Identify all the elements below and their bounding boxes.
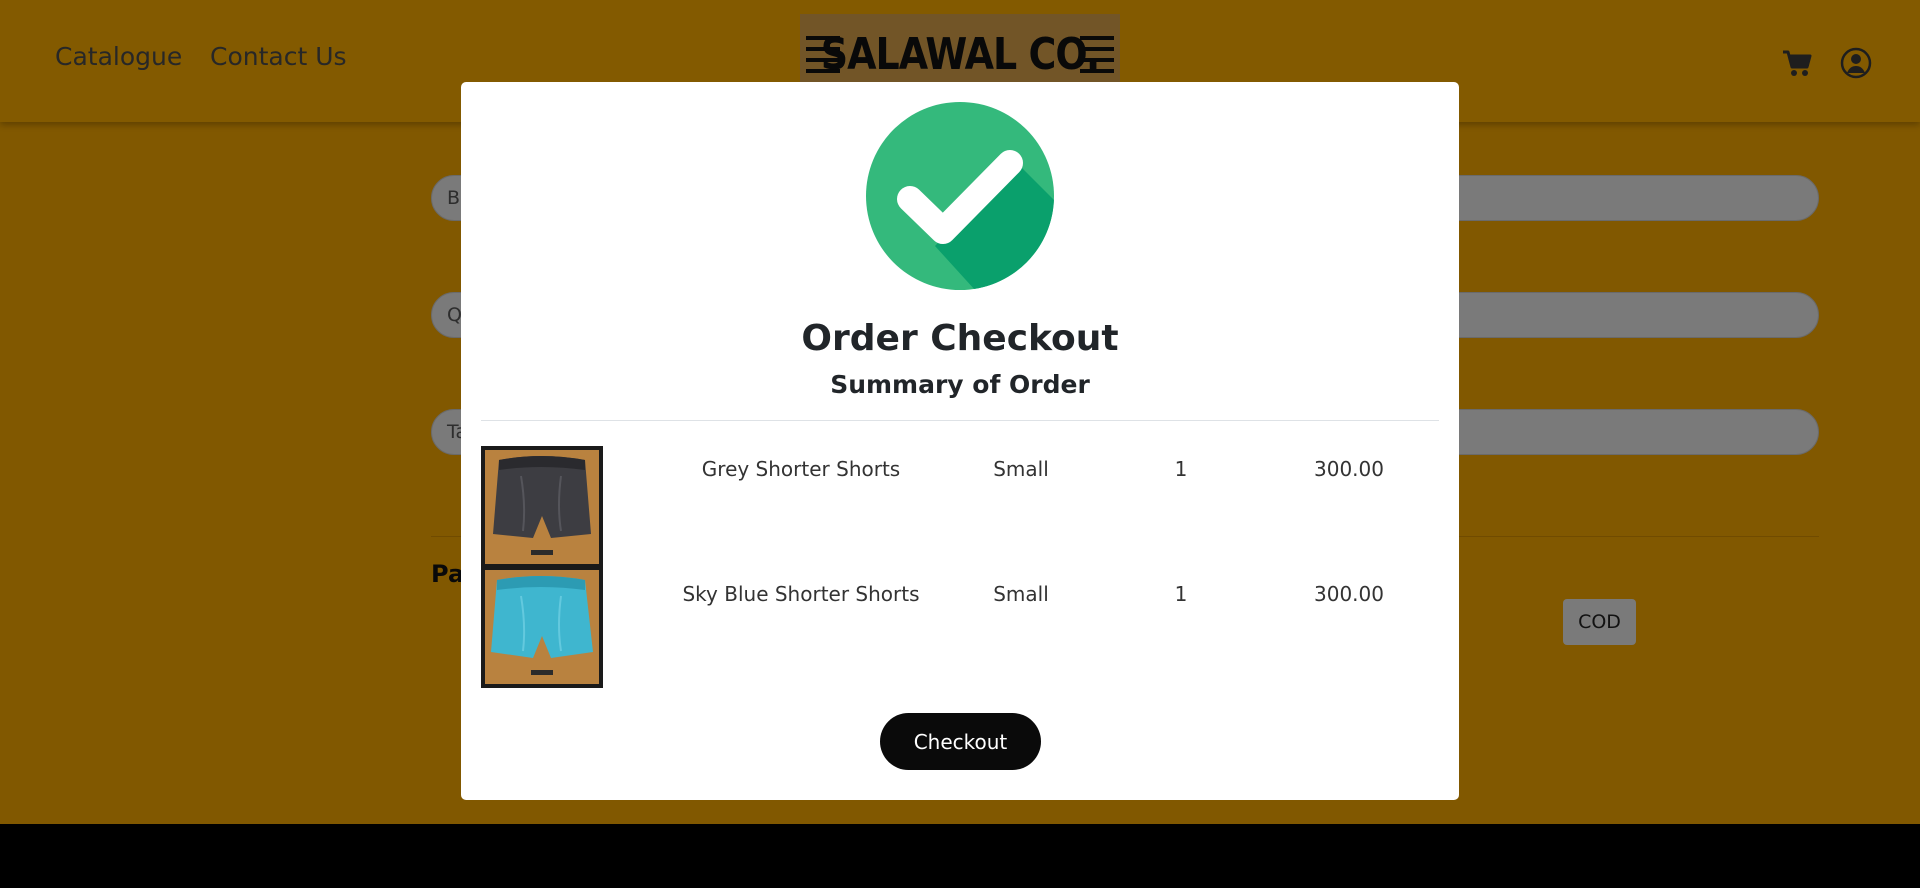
item-size: Small xyxy=(993,582,1049,606)
sky-blue-shorts-image xyxy=(481,566,603,688)
item-price: 300.00 xyxy=(1314,457,1384,481)
grey-shorts-image xyxy=(481,446,603,568)
item-name: Grey Shorter Shorts xyxy=(701,457,901,481)
item-size: Small xyxy=(993,457,1049,481)
order-item-row: Grey Shorter Shorts Small 1 300.00 xyxy=(481,443,1439,568)
item-price: 300.00 xyxy=(1314,582,1384,606)
item-qty: 1 xyxy=(1174,582,1188,606)
item-name: Sky Blue Shorter Shorts xyxy=(682,582,920,606)
modal-divider xyxy=(481,420,1439,421)
checkout-button[interactable]: Checkout xyxy=(880,713,1041,770)
order-checkout-modal: Order Checkout Summary of Order Grey Sho… xyxy=(461,82,1459,800)
modal-title: Order Checkout xyxy=(801,318,1119,359)
page: Catalogue Contact Us SALAWAL CO. B Q Ta … xyxy=(0,0,1920,824)
item-qty: 1 xyxy=(1174,457,1188,481)
order-item-row: Sky Blue Shorter Shorts Small 1 300.00 xyxy=(481,566,1439,693)
check-circle-icon xyxy=(866,102,1054,290)
modal-subtitle: Summary of Order xyxy=(830,370,1090,399)
footer-band xyxy=(0,824,1920,888)
